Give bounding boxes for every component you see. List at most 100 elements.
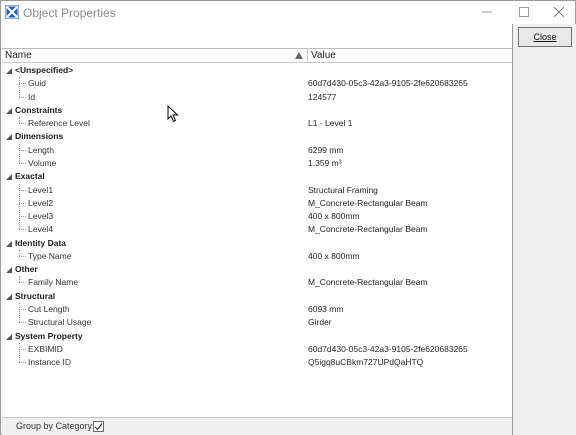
mouse-cursor-icon	[167, 105, 179, 123]
property-name: Cut Length	[28, 304, 70, 315]
property-name: Level4	[28, 224, 54, 235]
property-row[interactable]: Level3 400 x 800mm	[2, 210, 512, 223]
property-value[interactable]: Structural Framing	[308, 184, 378, 197]
tree-connector-line	[19, 255, 26, 257]
property-name: EXBIMID	[28, 343, 63, 354]
property-name: Level1	[28, 184, 54, 195]
property-value[interactable]: M_Concrete-Rectangular Beam	[308, 276, 428, 289]
property-value[interactable]: 1.359 m³	[308, 157, 342, 170]
property-name: Level3	[28, 211, 54, 222]
category-row[interactable]: Exactal	[2, 170, 512, 183]
property-value[interactable]: 400 x 800mm	[308, 210, 360, 223]
property-value[interactable]: Girder	[308, 316, 332, 329]
tree-connector-line	[19, 216, 26, 218]
category-row[interactable]: Constraints	[2, 104, 512, 117]
category-row[interactable]: System Property	[2, 330, 512, 343]
property-row[interactable]: Level1 Structural Framing	[2, 184, 512, 197]
property-row[interactable]: Level4 M_Concrete-Rectangular Beam	[2, 223, 512, 236]
tree-connector-line	[19, 162, 26, 164]
category-row[interactable]: Identity Data	[2, 237, 512, 250]
tree-connector-line	[19, 202, 26, 204]
category-row[interactable]: Dimensions	[2, 130, 512, 143]
property-name: Family Name	[28, 277, 79, 288]
column-header-name[interactable]: Name	[2, 49, 308, 63]
category-label: Constraints	[15, 104, 63, 115]
property-row[interactable]: Family Name M_Concrete-Rectangular Beam	[2, 276, 512, 289]
expanded-arrow-icon[interactable]	[6, 333, 12, 340]
property-name: Id	[28, 91, 36, 102]
minimize-button[interactable]	[471, 1, 503, 23]
group-by-category-checkbox[interactable]	[93, 421, 104, 432]
side-panel: Close	[512, 24, 576, 435]
checkmark-icon	[94, 423, 103, 431]
property-row[interactable]: EXBIMID 60d7d430-05c3-42a3-9105-2fe620683…	[2, 343, 512, 356]
tree-connector-line	[19, 282, 26, 284]
column-header-row: Name Value	[2, 49, 512, 63]
property-tree: <Unspecified> Guid 60d7d430-05c3-42a3-9105…	[2, 64, 512, 416]
expanded-arrow-icon[interactable]	[6, 174, 12, 181]
column-header-name-label: Name	[5, 50, 32, 61]
expanded-arrow-icon[interactable]	[6, 68, 12, 74]
category-label: Other	[15, 264, 38, 275]
property-value[interactable]: 60d7d430-05c3-42a3-9105-2fe620683265	[308, 343, 468, 356]
property-value[interactable]: 124577	[308, 91, 336, 104]
category-label: <Unspecified>	[15, 65, 74, 75]
property-name: Reference Level	[28, 118, 90, 129]
property-row[interactable]: Cut Length 6093 mm	[2, 303, 512, 316]
property-row[interactable]: Level2 M_Concrete-Rectangular Beam	[2, 197, 512, 210]
tree-connector-line	[19, 362, 26, 364]
property-name: Guid	[28, 78, 46, 89]
property-row[interactable]: Instance ID Q5igq8uCBkm727UPdQaHTQ	[2, 356, 512, 369]
category-label: Exactal	[15, 171, 45, 182]
property-name: Type Name	[28, 250, 72, 261]
close-window-button[interactable]	[543, 1, 575, 23]
property-value[interactable]: Q5igq8uCBkm727UPdQaHTQ	[308, 356, 423, 369]
expanded-arrow-icon[interactable]	[6, 107, 12, 114]
column-header-value[interactable]: Value	[311, 50, 336, 61]
title-bar[interactable]: Object Properties	[1, 1, 575, 24]
property-value[interactable]: M_Concrete-Rectangular Beam	[308, 223, 428, 236]
footer-bar: Group by Category:	[2, 417, 512, 435]
property-row[interactable]: Volume 1.359 m³	[2, 157, 512, 170]
property-row[interactable]: Structural Usage Girder	[2, 316, 512, 329]
tree-connector-line	[19, 348, 26, 350]
tree-connector-line	[19, 149, 26, 151]
property-name: Structural Usage	[28, 317, 92, 328]
tree-connector-line	[19, 123, 26, 125]
property-value[interactable]: 6299 mm	[308, 144, 343, 157]
maximize-button[interactable]	[508, 1, 540, 23]
tree-connector-line	[19, 96, 26, 98]
close-button[interactable]: Close	[518, 27, 572, 47]
expanded-arrow-icon[interactable]	[6, 267, 12, 274]
property-value[interactable]: 400 x 800mm	[308, 250, 360, 263]
property-name: Volume	[28, 157, 57, 168]
sort-ascending-icon	[295, 52, 303, 59]
window-title: Object Properties	[23, 6, 116, 20]
app-icon	[5, 5, 19, 19]
property-name: Level2	[28, 197, 54, 208]
expanded-arrow-icon[interactable]	[6, 240, 12, 247]
property-name: Instance ID	[28, 357, 71, 368]
property-name: Length	[28, 144, 54, 155]
category-label: Structural	[15, 290, 56, 301]
expanded-arrow-icon[interactable]	[6, 293, 12, 300]
property-value[interactable]: L1 - Level 1	[308, 117, 352, 130]
expanded-arrow-icon[interactable]	[6, 134, 12, 141]
property-value[interactable]: 6093 mm	[308, 303, 343, 316]
tree-connector-line	[19, 83, 26, 85]
tree-connector-line	[19, 229, 26, 231]
category-row[interactable]: <Unspecified>	[2, 64, 512, 77]
minimize-icon	[482, 11, 492, 13]
property-row[interactable]: Reference Level L1 - Level 1	[2, 117, 512, 130]
property-value[interactable]: 60d7d430-05c3-42a3-9105-2fe620683265	[308, 77, 468, 90]
property-value[interactable]: M_Concrete-Rectangular Beam	[308, 197, 428, 210]
property-row[interactable]: Id 124577	[2, 91, 512, 104]
category-row[interactable]: Other	[2, 263, 512, 276]
category-label: System Property	[15, 330, 83, 341]
property-row[interactable]: Guid 60d7d430-05c3-42a3-9105-2fe620683265	[2, 77, 512, 90]
tree-connector-line	[19, 189, 26, 191]
property-row[interactable]: Type Name 400 x 800mm	[2, 250, 512, 263]
category-row[interactable]: Structural	[2, 290, 512, 303]
property-row[interactable]: Length 6299 mm	[2, 144, 512, 157]
group-by-category-label: Group by Category:	[16, 421, 95, 431]
